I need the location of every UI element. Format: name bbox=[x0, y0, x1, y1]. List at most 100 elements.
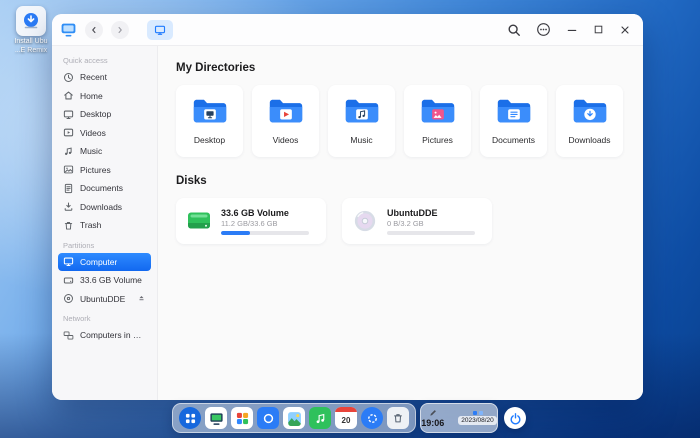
sidebar-item-desktop[interactable]: Desktop bbox=[58, 105, 151, 124]
folder-card-documents[interactable]: Documents bbox=[480, 85, 547, 157]
folder-label: Desktop bbox=[193, 135, 226, 145]
disc-icon bbox=[63, 293, 74, 304]
date-group: 2023/08/20 bbox=[458, 411, 497, 425]
back-button[interactable] bbox=[85, 20, 103, 39]
search-button[interactable] bbox=[507, 23, 521, 37]
launcher-icon[interactable] bbox=[179, 407, 201, 429]
folder-label: Music bbox=[350, 135, 373, 145]
image-viewer-icon[interactable] bbox=[283, 407, 305, 429]
section-label-partitions: Partitions bbox=[63, 240, 95, 250]
clock-widget[interactable]: 19:06 2023/08/20 bbox=[420, 403, 498, 433]
sidebar-item-recent[interactable]: Recent bbox=[58, 68, 151, 87]
video-icon bbox=[63, 127, 74, 138]
sidebar-item-ubuntudde[interactable]: UbuntuDDE bbox=[58, 290, 151, 309]
sidebar-item-volume[interactable]: 33.6 GB Volume bbox=[58, 271, 151, 290]
sidebar-item-label: Home bbox=[80, 90, 103, 101]
search-icon bbox=[508, 23, 520, 36]
sidebar-item-trash[interactable]: Trash bbox=[58, 216, 151, 235]
folder-icon-videos bbox=[268, 97, 304, 130]
folder-card-videos[interactable]: Videos bbox=[252, 85, 319, 157]
folder-label: Downloads bbox=[568, 135, 611, 145]
music-player-icon[interactable] bbox=[309, 407, 331, 429]
sidebar-item-label: Videos bbox=[80, 127, 106, 138]
clock-icon bbox=[63, 72, 74, 83]
installer-icon bbox=[16, 6, 46, 36]
folder-icon-documents bbox=[496, 97, 532, 130]
close-button[interactable] bbox=[619, 24, 631, 36]
control-center-icon[interactable] bbox=[361, 407, 383, 429]
trash-dock-icon[interactable] bbox=[387, 407, 409, 429]
lan-icon bbox=[63, 330, 74, 341]
minimize-button[interactable] bbox=[566, 24, 578, 36]
desktop-wallpaper: Install Ubu ...E Remix Quick access Rece… bbox=[0, 0, 700, 438]
eject-icon[interactable] bbox=[137, 294, 146, 303]
folder-label: Videos bbox=[272, 135, 299, 145]
file-manager-icon[interactable] bbox=[205, 407, 227, 429]
sidebar-item-pictures[interactable]: Pictures bbox=[58, 161, 151, 180]
calendar-day: 20 bbox=[341, 415, 351, 425]
disk-info: 33.6 GB Volume 11.2 GB/33.6 GB bbox=[221, 208, 309, 235]
titlebar-right-group bbox=[507, 22, 631, 37]
sidebar-item-computer[interactable]: Computer bbox=[58, 252, 151, 271]
sidebar-item-computers-in-lan[interactable]: Computers in LAN bbox=[58, 326, 151, 345]
date-label: 2023/08/20 bbox=[458, 416, 497, 425]
disk-progress-track bbox=[387, 230, 475, 235]
disk-progress-fill bbox=[221, 230, 251, 235]
computer-view-toggle[interactable] bbox=[147, 19, 173, 40]
disks-row: 33.6 GB Volume 11.2 GB/33.6 GB UbuntuDDE… bbox=[176, 198, 623, 244]
browser-icon[interactable] bbox=[257, 407, 279, 429]
install-ubuntudde-shortcut[interactable]: Install Ubu ...E Remix bbox=[4, 6, 58, 55]
hard-drive-icon bbox=[63, 275, 74, 286]
section-label-quick-access: Quick access bbox=[63, 56, 108, 65]
forward-button[interactable] bbox=[111, 20, 129, 39]
cd-disc-icon bbox=[352, 209, 378, 233]
folder-label: Pictures bbox=[422, 135, 453, 145]
sidebar-item-downloads[interactable]: Downloads bbox=[58, 198, 151, 217]
shortcut-label-line2: ...E Remix bbox=[14, 46, 48, 54]
app-store-icon[interactable] bbox=[231, 407, 253, 429]
titlebar[interactable] bbox=[52, 14, 643, 46]
disk-usage: 11.2 GB/33.6 GB bbox=[221, 218, 278, 228]
chevron-left-icon bbox=[92, 26, 96, 33]
computer-app-icon bbox=[60, 21, 77, 38]
sidebar-item-home[interactable]: Home bbox=[58, 87, 151, 106]
sidebar-item-label: Downloads bbox=[80, 201, 123, 212]
power-icon bbox=[510, 412, 520, 424]
section-label-network: Network bbox=[63, 314, 91, 323]
minimize-icon bbox=[567, 29, 577, 31]
sidebar-item-label: Documents bbox=[80, 183, 123, 194]
folder-card-desktop[interactable]: Desktop bbox=[176, 85, 243, 157]
time-label: 19:06 bbox=[421, 417, 445, 428]
folder-icon-pictures bbox=[420, 97, 456, 130]
shutdown-button[interactable] bbox=[504, 407, 526, 429]
disk-card-ubuntudde[interactable]: UbuntuDDE 0 B/3.2 GB bbox=[342, 198, 492, 244]
calendar-icon[interactable]: 20 bbox=[335, 407, 357, 429]
maximize-button[interactable] bbox=[593, 24, 604, 35]
more-options-button[interactable] bbox=[536, 22, 551, 37]
mini-widgets-icon bbox=[472, 411, 483, 415]
sidebar-item-music[interactable]: Music bbox=[58, 142, 151, 161]
maximize-icon bbox=[594, 25, 603, 34]
disk-info: UbuntuDDE 0 B/3.2 GB bbox=[387, 208, 475, 235]
sidebar-item-documents[interactable]: Documents bbox=[58, 179, 151, 198]
folder-card-music[interactable]: Music bbox=[328, 85, 395, 157]
folder-label: Documents bbox=[492, 135, 535, 145]
directories-grid: Desktop Videos Music Pictures Documents … bbox=[176, 85, 623, 157]
sidebar-item-label: 33.6 GB Volume bbox=[80, 275, 142, 286]
download-icon bbox=[63, 201, 74, 212]
folder-icon-music bbox=[344, 97, 380, 130]
disk-name: UbuntuDDE bbox=[387, 207, 438, 218]
folder-card-downloads[interactable]: Downloads bbox=[556, 85, 623, 157]
trash-icon bbox=[63, 220, 74, 231]
chevron-right-icon bbox=[118, 26, 122, 33]
monitor-icon bbox=[154, 25, 166, 35]
document-icon bbox=[63, 183, 74, 194]
sidebar-item-label: Recent bbox=[80, 72, 107, 83]
disk-card-volume[interactable]: 33.6 GB Volume 11.2 GB/33.6 GB bbox=[176, 198, 326, 244]
dock: 20 bbox=[172, 403, 416, 433]
calendar-header bbox=[335, 407, 357, 412]
sidebar-item-label: Computer bbox=[80, 256, 118, 267]
sidebar-item-label: Computers in LAN bbox=[80, 330, 146, 341]
sidebar-item-videos[interactable]: Videos bbox=[58, 124, 151, 143]
folder-card-pictures[interactable]: Pictures bbox=[404, 85, 471, 157]
